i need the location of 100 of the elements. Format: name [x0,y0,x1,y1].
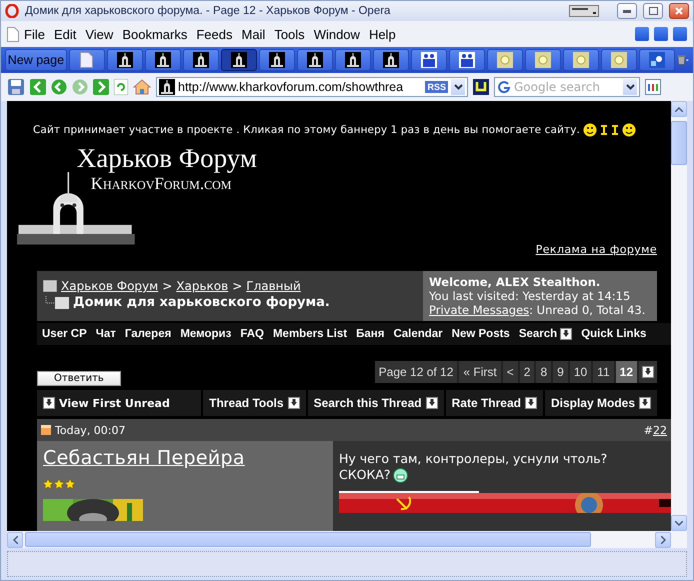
nav-link[interactable]: Галерея [124,328,172,340]
private-messages-link[interactable]: Private Messages [429,303,530,317]
thread-tool-button[interactable]: Thread Tools [203,390,306,416]
reply-button[interactable]: Ответить [37,371,121,386]
browser-tab[interactable] [334,49,371,71]
post-number-link[interactable]: 22 [653,424,667,436]
device-icon [569,5,599,17]
page-link[interactable]: 11 [593,360,614,383]
people-icon [458,52,475,68]
close-icon [675,7,683,15]
scroll-right-icon[interactable] [660,536,666,544]
browser-tab[interactable] [182,49,219,71]
browser-tab[interactable] [296,49,333,71]
breadcrumb-link[interactable]: Главный [246,279,301,293]
menu-item[interactable]: Mail [237,24,270,44]
people-icon [420,52,437,68]
menu-item[interactable]: Bookmarks [118,24,192,44]
nav-link[interactable]: Quick Links [581,328,646,340]
browser-tab[interactable] [448,49,485,71]
scroll-down-icon[interactable] [675,520,683,526]
menu-item[interactable]: Window [310,24,364,44]
menu-item[interactable]: Edit [50,24,80,44]
browser-tab[interactable] [106,49,143,71]
scroll-up-icon[interactable] [675,106,683,112]
page-link[interactable]: 10 [570,360,592,383]
author-link[interactable]: Себастьян Перейра [43,447,327,469]
page-summary: Page 12 of 12 [374,360,458,383]
browser-tab[interactable] [486,49,523,71]
reload-icon[interactable] [114,79,128,95]
menu-item[interactable]: File [20,24,49,44]
arch-icon [159,79,175,95]
thread-tool-button[interactable]: Search this Thread [308,390,444,416]
page-link[interactable]: 9 [553,360,568,383]
save-icon[interactable] [7,78,25,96]
page-link[interactable]: « First [459,360,501,383]
browser-tab[interactable] [638,49,675,71]
menu-item[interactable]: Feeds [192,24,236,44]
browser-tab[interactable] [562,49,599,71]
opera-logo-icon [5,4,19,18]
close-button[interactable] [669,3,689,19]
page-link[interactable]: 12 [616,360,637,383]
post-icon [41,425,51,435]
nav-link[interactable]: Search [518,328,572,340]
scroll-thumb[interactable] [671,121,687,165]
nav-link[interactable]: Members List [272,328,348,340]
vertical-scrollbar[interactable] [671,101,687,531]
message-text: СКОКА? [339,467,391,483]
last-visit-text: You last visited: Yesterday at 14:15 [429,289,632,303]
menu-item[interactable]: Help [364,24,400,44]
minimize-button[interactable] [617,3,637,19]
address-field[interactable]: http://www.kharkovforum.com/showthrea RSS [156,77,468,97]
nav-link[interactable]: Чат [96,328,116,340]
thread-tool-button[interactable]: Display Modes [544,390,657,416]
breadcrumb-link[interactable]: Харьков Форум [61,279,158,293]
page-link[interactable]: < [502,360,518,383]
forward-icon[interactable] [93,79,109,95]
breadcrumb-link[interactable]: Харьков [176,279,228,293]
horizontal-scrollbar[interactable] [7,531,687,548]
browser-tab[interactable] [372,49,409,71]
nav-link[interactable]: Calendar [393,328,443,340]
menu-item[interactable]: View [81,24,118,44]
browser-tab[interactable] [258,49,295,71]
cup-icon [600,125,608,135]
back-icon[interactable] [51,79,67,95]
feed-badge[interactable]: RSS [425,81,448,93]
browser-tab[interactable] [600,49,637,71]
sun-icon [572,52,589,68]
nav-link[interactable]: Баня [356,328,384,340]
page-link[interactable]: 2 [520,360,534,383]
message-text: Ну чего там, контролеры, уснули чтоль? [339,451,608,467]
scroll-thumb[interactable] [25,532,591,547]
menu-item[interactable]: Tools [270,24,309,44]
nav-link[interactable]: User CP [42,328,87,340]
thread-tool-button[interactable]: View First Unread [37,390,202,416]
tree-folder-icon [43,296,69,309]
breadcrumb-separator: > [232,279,242,293]
arch-icon [154,52,171,68]
arch-icon [192,52,209,68]
browser-tab[interactable] [524,49,561,71]
browser-tab[interactable] [220,49,257,71]
browser-tab[interactable] [68,49,105,71]
nav-link[interactable]: New Posts [452,328,510,340]
browser-tab[interactable]: New page [5,49,67,71]
logo-title: Харьков Форум [76,143,257,174]
browser-tab[interactable] [144,49,181,71]
home-icon[interactable] [133,79,151,95]
browser-tab[interactable] [410,49,447,71]
arch-icon [268,52,285,68]
nav-link[interactable]: Мемориз [180,328,232,340]
scroll-left-icon[interactable] [12,536,18,544]
nav-link[interactable]: FAQ [240,328,264,340]
grin-smiley-icon [392,468,408,482]
page-link[interactable]: 8 [536,360,552,383]
maximize-button[interactable] [643,3,663,19]
search-field[interactable]: Google search [494,77,640,97]
back-icon[interactable] [30,79,46,95]
ad-link[interactable]: Реклама на форуме [536,243,657,256]
g-logo-icon [497,80,511,94]
thread-tool-button[interactable]: Rate Thread [446,390,543,416]
panel-icon[interactable] [645,79,661,95]
